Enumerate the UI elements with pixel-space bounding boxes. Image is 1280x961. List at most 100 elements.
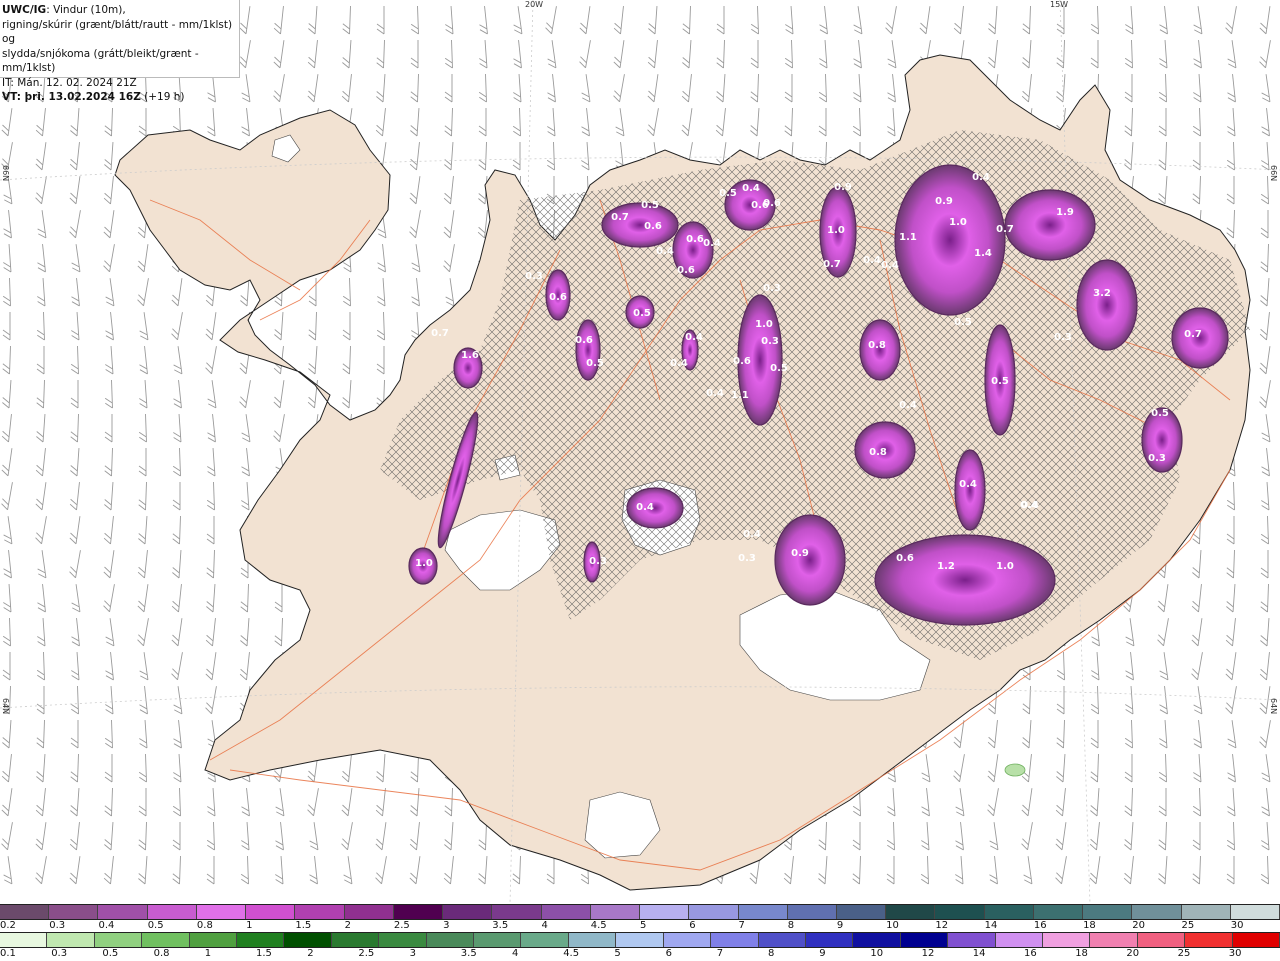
legend-label: 16 [1024,948,1037,959]
precip-value-label: 0.9 [935,196,953,207]
legend-label: 20 [1126,948,1140,959]
precip-value-label: 0.4 [959,479,977,490]
precip-value-label: 0.5 [719,188,737,199]
precip-value-label: 0.4 [703,238,721,249]
legend-label: 9 [819,948,826,959]
legend-swatch [738,905,788,919]
precip-value-label: 1.0 [415,558,433,569]
legend-label: 14 [984,920,998,931]
legend-swatch [1181,905,1231,919]
precip-value-label: 0.4 [972,172,990,183]
snow-legend-bar [0,904,1280,920]
legend-label: 12 [935,920,949,931]
rain-legend-bar [0,932,1280,948]
legend-label: 4.5 [590,920,607,931]
legend-swatch [295,905,345,919]
map-canvas: 0.70.50.60.40.60.6 0.40.5 0.40.60.60.91.00… [0,0,1280,904]
legend-swatch [189,933,238,947]
precip-value-label: 0.4 [706,388,724,399]
precip-value-label: 0.5 [954,317,972,328]
precip-value-label: 0.7 [611,212,629,223]
title-line2: rigning/skúrir (grænt/blátt/rautt - mm/1… [2,18,233,46]
lon-label-15w: 15W [1050,0,1069,9]
legend-swatch [379,933,427,947]
precip-value-label: 0.3 [1148,453,1166,464]
lat-label-64-right: 64N [1269,698,1278,715]
legend-swatch [886,905,936,919]
legend-label: 2.5 [358,948,375,959]
precip-value-label: 0.3 [763,283,781,294]
precip-value-label: 1.0 [949,217,967,228]
legend-swatch [344,905,394,919]
precip-value-label: 1.0 [827,225,845,236]
legend-label: 18 [1083,920,1096,931]
rain-legend: 0.1 0.3 0.5 0.8 1 1.5 2 2.5 3 3.5 4 4.5 5 6 7 8 9 10 12 14 1… [0,932,1280,961]
legend-label: 4.5 [563,948,580,959]
precip-value-label: 0.4 [881,260,899,271]
legend-label: 8 [768,948,775,959]
legend-label: 5 [640,920,647,931]
legend-swatch [1137,933,1186,947]
legend-label: 9 [836,920,844,931]
legend-swatch [1083,905,1133,919]
precip-value-label: 0.4 [636,502,654,513]
title-line1: : Vindur (10m), [46,4,126,16]
legend-label: 10 [886,920,899,931]
legend-label: 0.1 [0,948,16,959]
legend-label: 25 [1181,920,1195,931]
legend-label: 3.5 [460,948,477,959]
legend-swatch [805,933,854,947]
legend-swatch [0,905,50,919]
legend-label: 10 [870,948,884,959]
legend-label: 2 [307,948,314,959]
precip-value-label: 0.5 [633,308,651,319]
precip-value-label: 3.2 [1093,288,1111,299]
precip-value-label: 0.5 [586,358,604,369]
legend-swatch [521,933,569,947]
weather-map: 0.7 0.5 0.6 0.4 0.6 0.6 0.4 0.5 0.4 0.6 0.6 0.9 1.0 0… [0,0,1280,904]
legend-label: 3 [443,920,450,931]
legend-label: 16 [1033,920,1047,931]
legend-label: 5 [614,948,621,959]
legend-swatch [142,933,190,947]
legend-label: 6 [689,920,696,931]
legend-swatch [331,933,380,947]
legend-swatch [995,933,1043,947]
snow-legend: 0.2 0.3 0.4 0.5 0.8 1 1.5 2 2.5 3 3.5 4 4.5 5 6 7 8 9 10 12… [0,904,1280,933]
title-line3: slydda/snjókoma (grátt/bleikt/grænt - mm… [2,47,199,75]
legend-swatch [616,933,664,947]
precip-value-label: 0.6 [549,292,567,303]
lat-label-64-left: 64N [1,698,10,715]
legend-swatch [49,905,99,919]
lat-label-66-left: 66N [1,165,10,182]
legend-label: 2 [344,920,351,931]
legend-swatch [393,905,444,919]
precip-value-label: 1.9 [1056,207,1074,218]
legend-label: 0.3 [49,920,66,931]
legend-label: 1.5 [256,948,272,959]
precip-value-label: 0.4 [685,332,703,343]
precip-value-label: 0.4 [743,529,761,540]
precip-value-label: 0.6 [575,335,593,346]
legend-label: 1 [246,920,253,931]
legend-label: 0.8 [153,948,170,959]
precip-value-label: 1.2 [937,561,955,572]
legend-swatch [711,933,759,947]
legend-swatch [935,905,985,919]
legend-swatch [758,933,806,947]
legend-swatch [900,933,949,947]
legend-label: 8 [787,920,795,931]
legend-swatch [237,933,285,947]
precip-value-label: 0.6 [733,356,751,367]
precip-value-label: 1.0 [996,561,1014,572]
legend-label: 2.5 [393,920,410,931]
precip-value-label: 0.8 [868,340,886,351]
legend-swatch [98,905,148,919]
precip-value-label: 0.8 [869,447,887,458]
legend-label: 6 [665,948,672,959]
precip-value-label: 1.0 [755,319,773,330]
product-name: UWC/IG [2,4,47,16]
legend-label: 7 [716,948,724,959]
precip-value-label: 0.5 [641,200,659,211]
legend-swatch [1232,933,1280,947]
